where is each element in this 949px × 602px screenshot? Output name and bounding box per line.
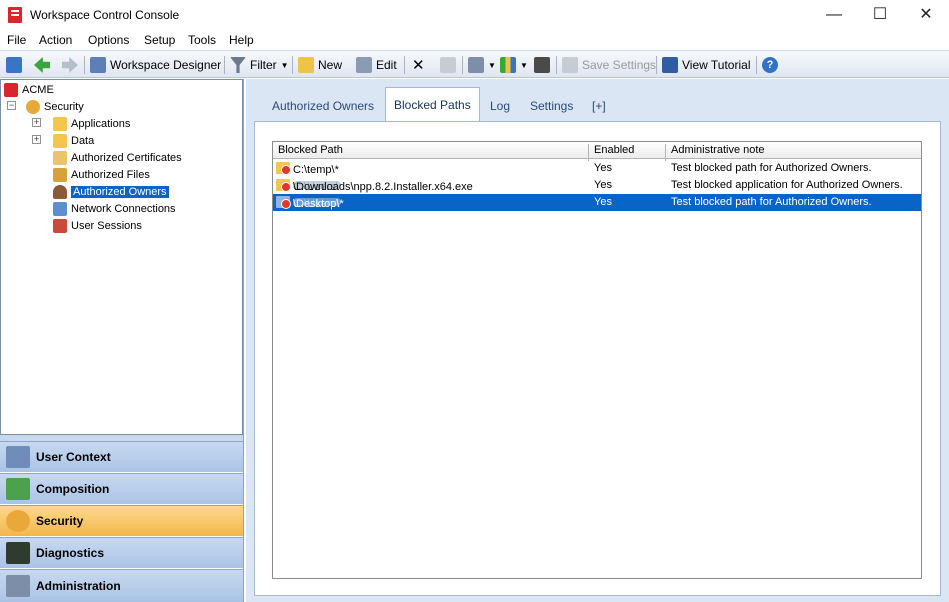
- menu-action[interactable]: Action: [39, 33, 72, 47]
- chevron-down-icon: ▼: [280, 60, 289, 70]
- certificate-icon: [53, 150, 67, 165]
- grid-header: Blocked Path Enabled Administrative note: [273, 142, 921, 161]
- right-pane: Authorized Owners Blocked Paths Log Sett…: [246, 79, 949, 602]
- cell-note: Test blocked path for Authorized Owners.: [671, 196, 872, 208]
- tree-node-authorized-certificates[interactable]: Authorized Certificates: [53, 149, 182, 166]
- back-arrow-icon[interactable]: [34, 55, 54, 75]
- tree-node-data[interactable]: Data: [53, 132, 94, 149]
- new-icon: [298, 57, 314, 73]
- network-icon: [53, 201, 67, 216]
- tab-add[interactable]: [+]: [592, 91, 606, 121]
- tree-node-acme[interactable]: ACME: [4, 81, 54, 98]
- edit-button[interactable]: Edit: [356, 55, 397, 75]
- menu-help[interactable]: Help: [229, 33, 254, 47]
- menu-tools[interactable]: Tools: [188, 33, 216, 47]
- lock-icon: [53, 167, 67, 182]
- menu-bar: File Action Options Setup Tools Help: [0, 30, 949, 50]
- home-icon[interactable]: [6, 55, 26, 75]
- nav-security[interactable]: Security: [0, 505, 243, 536]
- tree-node-applications[interactable]: Applications: [53, 115, 130, 132]
- forward-arrow-icon[interactable]: [62, 55, 82, 75]
- tab-bar: Authorized Owners Blocked Paths Log Sett…: [246, 87, 949, 121]
- column-administrative-note[interactable]: Administrative note: [671, 144, 765, 156]
- delete-icon[interactable]: ✕: [412, 55, 425, 75]
- cell-enabled: Yes: [594, 162, 612, 174]
- table-row[interactable]: C:\temp\* Yes Test blocked path for Auth…: [273, 160, 921, 177]
- navigation-tree: ACME − Security + Applications + Data Au…: [0, 79, 243, 435]
- nav-user-context[interactable]: User Context: [0, 441, 243, 472]
- new-button[interactable]: New: [298, 55, 342, 75]
- administration-icon: [6, 575, 30, 597]
- tree-node-security[interactable]: Security: [26, 98, 84, 115]
- left-pane: ACME − Security + Applications + Data Au…: [0, 79, 244, 602]
- user-icon: [53, 184, 67, 199]
- table-row[interactable]: C:\Users\\Downloads\npp.8.2.Installer.x6…: [273, 177, 921, 194]
- menu-options[interactable]: Options: [88, 33, 129, 47]
- import-icon[interactable]: [440, 55, 460, 75]
- key-icon: [26, 99, 40, 114]
- menu-file[interactable]: File: [7, 33, 26, 47]
- column-enabled[interactable]: Enabled: [594, 144, 634, 156]
- tree-node-authorized-owners[interactable]: Authorized Owners: [53, 183, 169, 200]
- cell-enabled: Yes: [594, 179, 612, 191]
- filter-icon: [230, 57, 246, 73]
- title-bar: Workspace Control Console — ☐ ✕: [0, 0, 949, 30]
- blocked-folder-icon: [276, 179, 291, 192]
- cell-note: Test blocked path for Authorized Owners.: [671, 162, 872, 174]
- window-title: Workspace Control Console: [30, 8, 180, 22]
- blocked-folder-icon: [276, 196, 291, 209]
- blocked-folder-icon: [276, 162, 291, 175]
- expand-applications-icon[interactable]: +: [32, 118, 41, 127]
- folder-icon: [53, 116, 67, 131]
- chart-icon[interactable]: ▼: [500, 55, 528, 75]
- printer-icon[interactable]: [534, 55, 554, 75]
- nav-composition[interactable]: Composition: [0, 473, 243, 504]
- expand-data-icon[interactable]: +: [32, 135, 41, 144]
- workspace-designer-button[interactable]: Workspace Designer: [90, 55, 221, 75]
- close-button[interactable]: ✕: [903, 0, 949, 30]
- view-tutorial-button[interactable]: View Tutorial: [662, 55, 750, 75]
- tutorial-icon: [662, 57, 678, 73]
- composition-icon: [6, 478, 30, 500]
- tree-node-network-connections[interactable]: Network Connections: [53, 200, 176, 217]
- toolbar: Workspace Designer Filter ▼ New Edit ✕ ▼ …: [0, 50, 949, 78]
- app-icon: [8, 7, 22, 23]
- minimize-button[interactable]: —: [811, 0, 857, 30]
- cell-enabled: Yes: [594, 196, 612, 208]
- folder-icon: [53, 133, 67, 148]
- edit-icon: [356, 57, 372, 73]
- user-context-icon: [6, 446, 30, 468]
- diagnostics-icon: [6, 542, 30, 564]
- tab-settings[interactable]: Settings: [530, 91, 573, 121]
- tree-node-user-sessions[interactable]: User Sessions: [53, 217, 142, 234]
- collapse-security-icon[interactable]: −: [7, 101, 16, 110]
- acme-icon: [4, 82, 18, 97]
- copy-icon[interactable]: ▼: [468, 55, 496, 75]
- nav-administration[interactable]: Administration: [0, 569, 243, 602]
- column-blocked-path[interactable]: Blocked Path: [278, 144, 343, 156]
- tree-node-authorized-files[interactable]: Authorized Files: [53, 166, 150, 183]
- maximize-button[interactable]: ☐: [857, 0, 903, 30]
- blocked-paths-grid: Blocked Path Enabled Administrative note…: [272, 141, 922, 579]
- table-row[interactable]: C:\Users\\Desktop\* Yes Test blocked pat…: [273, 194, 921, 211]
- save-settings-button[interactable]: Save Settings: [562, 55, 656, 75]
- sessions-icon: [53, 218, 67, 233]
- tab-content: Blocked Path Enabled Administrative note…: [254, 121, 941, 596]
- nav-diagnostics[interactable]: Diagnostics: [0, 537, 243, 568]
- security-key-icon: [6, 510, 30, 532]
- workspace-designer-icon: [90, 57, 106, 73]
- tab-log[interactable]: Log: [490, 91, 510, 121]
- help-icon[interactable]: ?: [762, 55, 782, 75]
- cell-note: Test blocked application for Authorized …: [671, 179, 903, 191]
- tab-authorized-owners[interactable]: Authorized Owners: [272, 91, 374, 121]
- filter-button[interactable]: Filter ▼: [230, 55, 289, 75]
- tab-blocked-paths[interactable]: Blocked Paths: [385, 87, 480, 121]
- save-icon: [562, 57, 578, 73]
- menu-setup[interactable]: Setup: [144, 33, 175, 47]
